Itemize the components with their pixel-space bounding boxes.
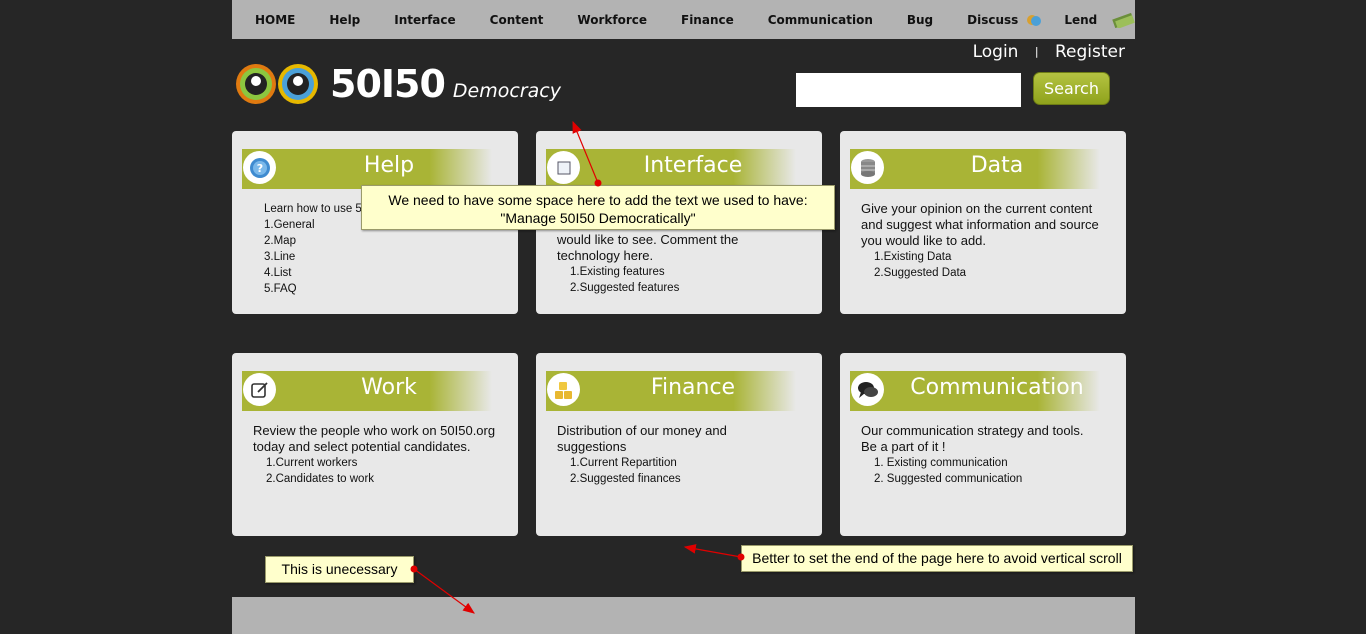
- card-title: Finance: [650, 375, 736, 400]
- card-body: would like to see. Comment the technolog…: [557, 232, 810, 296]
- annotation-note-top: We need to have some space here to add t…: [361, 185, 835, 230]
- gears-icon: [236, 64, 318, 104]
- card-body: Review the people who work on 50I50.org …: [253, 423, 506, 487]
- card-header: Communication: [850, 371, 1100, 411]
- nav-communication[interactable]: Communication: [768, 13, 873, 27]
- card-body: Distribution of our money and suggestion…: [557, 423, 810, 487]
- card-header: Work: [242, 371, 492, 411]
- nav-finance[interactable]: Finance: [681, 13, 734, 27]
- card-body: Our communication strategy and tools. Be…: [861, 423, 1114, 487]
- card-title: Data: [970, 153, 1024, 178]
- card-link[interactable]: 2.Suggested finances: [570, 471, 810, 487]
- window-icon: [547, 151, 580, 184]
- card-header: Finance: [546, 371, 796, 411]
- nav-discuss[interactable]: Discuss: [967, 12, 1042, 28]
- annotation-note-unnecessary: This is unecessary: [265, 556, 414, 583]
- nav-content[interactable]: Content: [490, 13, 544, 27]
- question-icon: ?: [243, 151, 276, 184]
- card-description: Our communication strategy and tools. Be…: [861, 423, 1084, 454]
- page: HOME Help Interface Content Workforce Fi…: [232, 0, 1137, 634]
- logo-subtitle: Democracy: [452, 80, 561, 102]
- auth-links: Login | Register: [973, 42, 1125, 62]
- svg-text:?: ?: [256, 162, 262, 175]
- annotation-text: "Manage 50I50 Democratically": [500, 210, 696, 226]
- database-icon: [851, 151, 884, 184]
- card-link[interactable]: 2.Suggested features: [570, 280, 810, 296]
- card-link[interactable]: 2. Suggested communication: [874, 471, 1114, 487]
- search-input[interactable]: [796, 73, 1021, 107]
- card-header: Data: [850, 149, 1100, 189]
- auth-separator: |: [1034, 45, 1039, 58]
- coins-icon: [547, 373, 580, 406]
- footer-bar: [232, 597, 1135, 634]
- card-title: Work: [361, 375, 417, 400]
- card-title: Help: [363, 153, 415, 178]
- arrow-end-page: [683, 544, 742, 558]
- login-link[interactable]: Login: [973, 42, 1019, 62]
- card-description: Review the people who work on 50I50.org …: [253, 423, 496, 454]
- card-link[interactable]: 1.Existing Data: [874, 249, 1114, 265]
- card-description: would like to see. Comment the technolog…: [557, 232, 739, 263]
- top-navigation: HOME Help Interface Content Workforce Fi…: [232, 0, 1137, 39]
- card-title: Interface: [643, 153, 743, 178]
- logo-text: 50I50: [330, 62, 446, 106]
- nav-discuss-label: Discuss: [967, 12, 1019, 27]
- discuss-icon: [1027, 14, 1042, 26]
- card-link[interactable]: 1.Current workers: [266, 455, 506, 471]
- card-header: ? Help: [242, 149, 492, 189]
- card-title: Communication: [910, 375, 1084, 400]
- card-description: Distribution of our money and suggestion…: [557, 423, 727, 454]
- card-header: Interface: [546, 149, 796, 189]
- edit-icon: [243, 373, 276, 406]
- card-work[interactable]: Work Review the people who work on 50I50…: [232, 353, 518, 536]
- card-link[interactable]: 2.Map: [264, 233, 506, 249]
- card-link[interactable]: 2.Suggested Data: [874, 265, 1114, 281]
- card-link[interactable]: 2.Candidates to work: [266, 471, 506, 487]
- card-communication[interactable]: Communication Our communication strategy…: [840, 353, 1126, 536]
- register-link[interactable]: Register: [1055, 42, 1125, 62]
- nav-interface[interactable]: Interface: [394, 13, 455, 27]
- card-body: Give your opinion on the current content…: [861, 201, 1114, 281]
- chat-icon: [851, 373, 884, 406]
- card-link[interactable]: 1.Current Repartition: [570, 455, 810, 471]
- money-icon: [1112, 12, 1136, 28]
- card-link[interactable]: 4.List: [264, 265, 506, 281]
- card-link[interactable]: 3.Line: [264, 249, 506, 265]
- nav-lend-label: Lend: [1064, 12, 1098, 27]
- search-button[interactable]: Search: [1033, 72, 1110, 105]
- annotation-text: We need to have some space here to add t…: [388, 192, 808, 208]
- annotation-note-end-page: Better to set the end of the page here t…: [741, 545, 1133, 572]
- card-link[interactable]: 1. Existing communication: [874, 455, 1114, 471]
- nav-bug[interactable]: Bug: [907, 13, 933, 27]
- card-finance[interactable]: Finance Distribution of our money and su…: [536, 353, 822, 536]
- card-data[interactable]: Data Give your opinion on the current co…: [840, 131, 1126, 314]
- site-logo[interactable]: 50I50 Democracy: [234, 58, 561, 110]
- nav-home[interactable]: HOME: [255, 13, 295, 27]
- card-description: Give your opinion on the current content…: [861, 201, 1099, 248]
- nav-workforce[interactable]: Workforce: [577, 13, 647, 27]
- nav-lend[interactable]: Lend: [1064, 12, 1137, 28]
- nav-help[interactable]: Help: [329, 13, 360, 27]
- card-link[interactable]: 1.Existing features: [570, 264, 810, 280]
- card-link[interactable]: 5.FAQ: [264, 281, 506, 297]
